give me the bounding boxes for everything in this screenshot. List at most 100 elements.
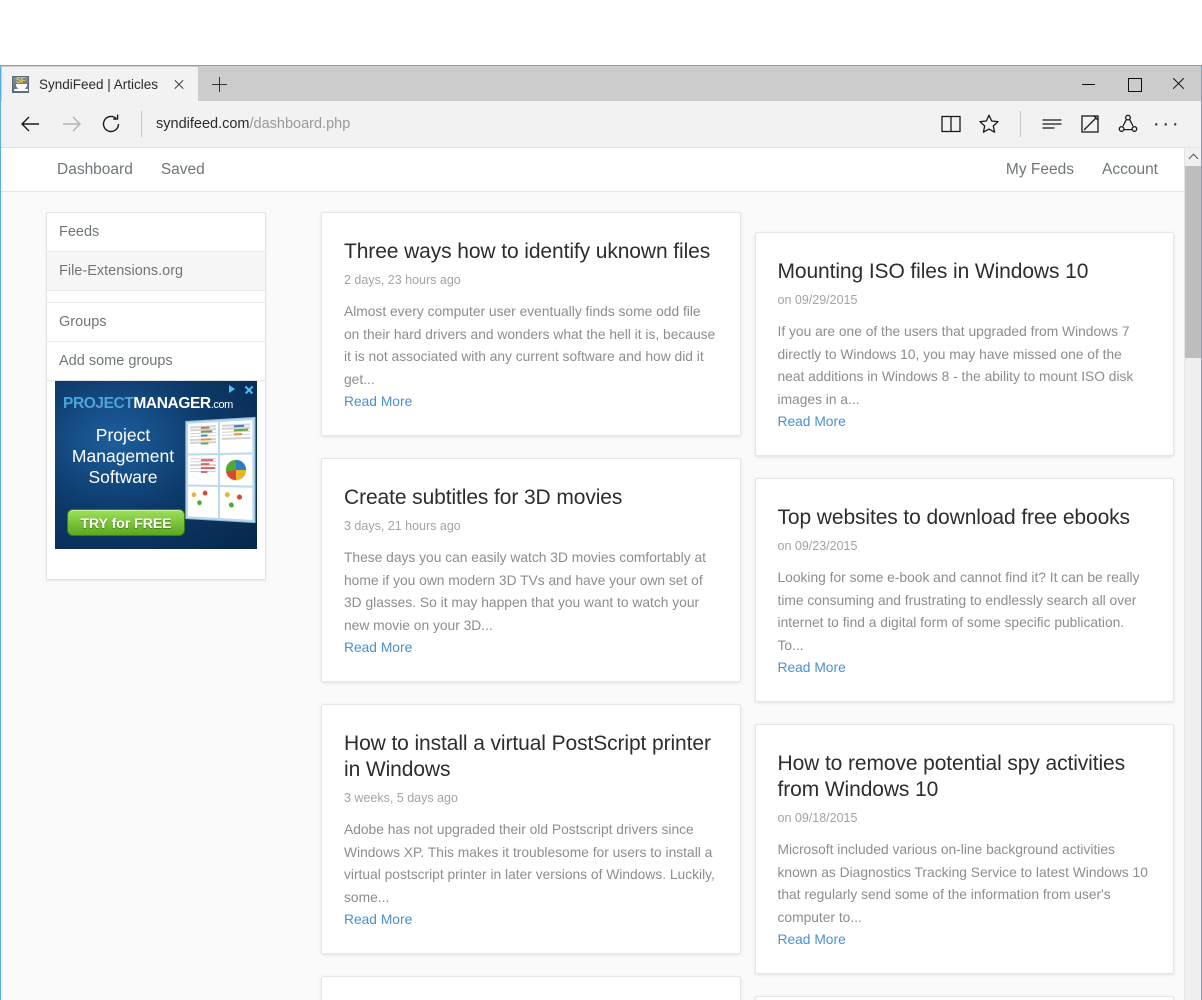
favicon-saucer-shape [14,88,28,91]
ad-mini-screen [219,420,253,453]
article-card[interactable]: Mounting ISO files in Windows 10 on 09/2… [754,232,1174,456]
ad-mini-screen [187,454,219,486]
maximize-icon[interactable] [1111,66,1156,101]
article-card[interactable]: Windows 10 and OXPS documents [754,996,1174,1000]
page-content: Feeds File-Extensions.org Groups Add som… [1,192,1184,1000]
tab-close-icon[interactable] [168,73,190,95]
ad-headline-line1: Project [95,425,151,445]
ad-headline-line3: Software [88,467,158,487]
scroll-up-arrow-icon[interactable] [1185,148,1201,165]
read-more-link[interactable]: Read More [344,394,412,409]
article-excerpt: If you are one of the users that upgrade… [777,324,1134,407]
article-title: Top websites to download free ebooks [777,506,1131,529]
site-navigation: Dashboard Saved My Feeds Account [1,148,1184,192]
address-bar: syndifeed.com/dashboard.php ··· [1,101,1201,148]
panel-spacer [47,291,265,303]
ad-choices-controls [226,383,255,395]
read-more-link[interactable]: Read More [344,640,412,655]
title-bar: SF SyndiFeed | Articles [1,66,1201,101]
scrollbar-thumb[interactable] [1185,166,1201,358]
articles-column-left: Three ways how to identify uknown files … [321,212,741,1000]
article-title: How to remove potential spy activities f… [777,752,1126,801]
nav-item-saved[interactable]: Saved [161,161,205,179]
read-more-link[interactable]: Read More [778,660,846,675]
article-title: How to install a virtual PostScript prin… [344,732,711,781]
nav-item-my-feeds[interactable]: My Feeds [1006,161,1074,179]
syndifeed-favicon-icon: SF [12,75,29,93]
article-date: 2 days, 23 hours ago [344,273,461,287]
nav-item-account[interactable]: Account [1102,161,1158,179]
window-close-icon[interactable] [1156,66,1201,101]
article-excerpt: These days you can easily watch 3D movie… [344,550,706,633]
article-date: on 09/23/2015 [777,539,858,553]
reading-list-icon[interactable] [1033,104,1071,144]
more-options-icon[interactable]: ··· [1147,104,1187,144]
ad-headline: Project Management Software [59,425,187,488]
article-date: on 09/18/2015 [777,811,858,825]
ad-brand-part3: .com [210,399,234,411]
web-page: Dashboard Saved My Feeds Account Feeds F… [1,148,1184,1000]
browser-window: SF SyndiFeed | Articles syndifeed.com/da… [0,65,1202,1000]
ad-mini-chart [219,454,253,486]
refresh-icon[interactable] [91,104,131,144]
add-groups-link[interactable]: Add some groups [47,342,265,380]
article-title: Three ways how to identify uknown files [344,240,711,263]
minimize-icon[interactable] [1066,66,1111,101]
article-card[interactable]: TrueCrypt alternatives for Windows [321,976,741,1000]
star-icon[interactable] [970,104,1008,144]
url-path: /dashboard.php [249,116,351,132]
article-card[interactable]: Three ways how to identify uknown files … [321,212,741,436]
articles-grid: Three ways how to identify uknown files … [321,212,1174,1000]
adchoices-icon[interactable] [226,383,239,395]
article-date: 3 days, 21 hours ago [344,519,461,533]
article-date: on 09/29/2015 [777,293,858,307]
article-card[interactable]: How to install a virtual PostScript prin… [321,704,741,954]
article-card[interactable]: Create subtitles for 3D movies 3 days, 2… [321,458,741,682]
feeds-panel: Feeds File-Extensions.org Groups Add som… [46,212,266,381]
nav-item-dashboard[interactable]: Dashboard [57,161,133,179]
read-more-link[interactable]: Read More [778,932,846,947]
ad-screenshot-collage [185,416,256,524]
ad-close-icon[interactable] [242,383,255,395]
ad-headline-line2: Management [71,446,175,466]
ad-brand-text: PROJECTMANAGER.com [63,395,233,413]
toolbar-icons: ··· [932,104,1187,144]
article-excerpt: Microsoft included various on-line backg… [777,842,1148,925]
web-note-icon[interactable] [1071,104,1109,144]
article-card[interactable]: Top websites to download free ebooks on … [754,478,1174,702]
ad-mini-screen [187,422,219,454]
site-navigation-right: My Feeds Account [978,161,1158,179]
back-arrow-icon[interactable] [11,104,51,144]
advertisement-container: PROJECTMANAGER.com Project Management So… [46,381,266,580]
browser-tab[interactable]: SF SyndiFeed | Articles [2,67,198,101]
share-icon[interactable] [1109,104,1147,144]
articles-column-right: Mounting ISO files in Windows 10 on 09/2… [754,212,1174,1000]
read-more-link[interactable]: Read More [778,414,846,429]
ad-brand-part1: PROJECT [63,395,134,412]
forward-arrow-icon[interactable] [51,104,91,144]
article-title: Create subtitles for 3D movies [344,486,623,509]
sidebar: Feeds File-Extensions.org Groups Add som… [46,212,266,1000]
groups-header: Groups [47,303,265,342]
ad-mini-diagram [187,486,219,518]
projectmanager-ad[interactable]: PROJECTMANAGER.com Project Management So… [55,381,257,549]
reading-view-icon[interactable] [932,104,970,144]
new-tab-button[interactable] [198,67,240,101]
article-excerpt: Adobe has not upgraded their old Postscr… [344,822,715,905]
tab-title: SyndiFeed | Articles [39,76,159,92]
address-input[interactable]: syndifeed.com/dashboard.php [156,116,350,132]
window-controls [1066,66,1201,101]
article-title: Mounting ISO files in Windows 10 [777,260,1089,283]
ad-mini-diagram [219,487,253,520]
read-more-link[interactable]: Read More [344,912,412,927]
article-excerpt: Almost every computer user eventually fi… [344,304,716,387]
feeds-header: Feeds [47,213,265,252]
ad-cta-button[interactable]: TRY for FREE [67,509,185,536]
toolbar-divider [1020,111,1021,137]
address-divider [141,111,142,137]
page-scrollbar[interactable] [1184,148,1201,1000]
sidebar-feed-item[interactable]: File-Extensions.org [47,252,265,291]
url-domain: syndifeed.com [156,116,250,132]
article-card[interactable]: How to remove potential spy activities f… [754,724,1174,974]
page-viewport: Dashboard Saved My Feeds Account Feeds F… [1,148,1201,1000]
